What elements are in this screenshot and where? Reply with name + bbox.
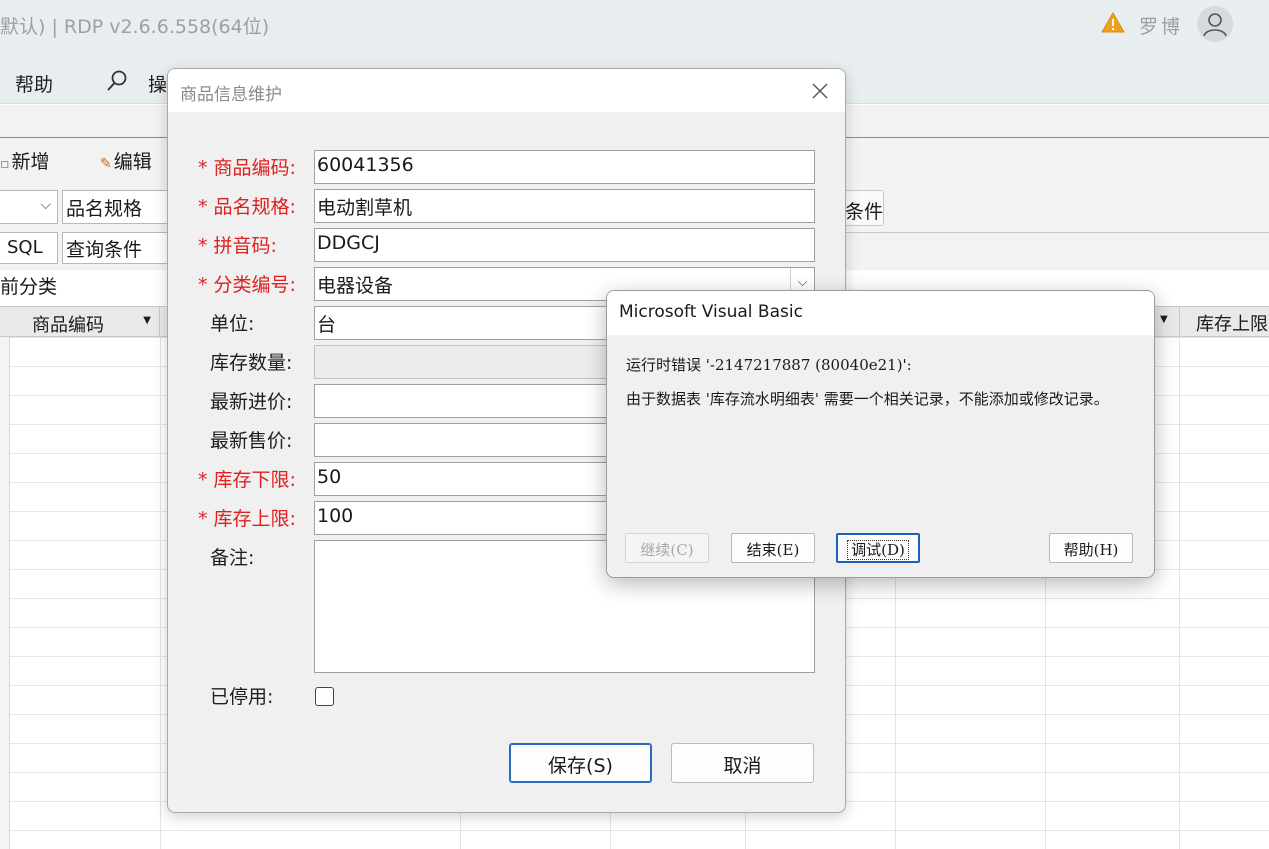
debug-button-label: 调试(D) [847, 540, 909, 560]
toolbar-separator [845, 232, 1269, 233]
spec-input[interactable]: 电动割草机 [314, 189, 815, 223]
dropdown-arrow-icon[interactable]: ▼ [1160, 314, 1168, 325]
new-button[interactable]: ▫ 新增 [0, 147, 50, 174]
continue-button: 继续(C) [625, 533, 709, 563]
vb-error-dialog: Microsoft Visual Basic 运行时错误 '-214721788… [606, 290, 1155, 578]
column-header-code-label: 商品编码 [32, 315, 104, 336]
avatar-icon[interactable] [1197, 6, 1233, 42]
label-unit: 单位: [210, 313, 255, 335]
debug-button[interactable]: 调试(D) [836, 533, 920, 563]
menu-operate[interactable]: 操 [148, 70, 167, 97]
dialog-title: 商品信息维护 [180, 85, 282, 105]
label-stock-upper: * 库存上限: [198, 508, 296, 530]
edit-label: 编辑 [113, 151, 152, 173]
edit-button[interactable]: ✎ 编辑 [100, 147, 152, 174]
error-message-text: 由于数据表 '库存流水明细表' 需要一个相关记录，不能添加或修改记录。 [626, 390, 1109, 408]
help-button[interactable]: 帮助(H) [1049, 533, 1133, 563]
label-category: * 分类编号: [198, 274, 296, 296]
spec-field-button[interactable]: 品名规格 [62, 190, 170, 224]
warning-icon[interactable] [1101, 11, 1125, 35]
new-label: 新增 [11, 151, 50, 173]
cancel-button[interactable]: 取消 [671, 743, 814, 783]
column-header-upper[interactable]: 库存上限 [1179, 306, 1269, 337]
error-code-text: 运行时错误 '-2147217887 (80040e21)': [626, 356, 912, 374]
label-stock-qty: 库存数量: [210, 352, 293, 374]
pinyin-input[interactable]: DDGCJ [314, 228, 815, 262]
row-header [0, 337, 10, 849]
end-button[interactable]: 结束(E) [731, 533, 815, 563]
label-stock-lower: * 库存下限: [198, 469, 296, 491]
save-button[interactable]: 保存(S) [509, 743, 652, 783]
grid-column-line [1179, 337, 1180, 849]
column-header-upper-label: 库存上限 [1196, 314, 1268, 335]
dialog-titlebar: 商品信息维护 [168, 69, 845, 112]
sql-button[interactable]: SQL [0, 232, 58, 264]
label-purchase-price: 最新进价: [210, 391, 293, 413]
grid-column-line [160, 337, 161, 849]
label-pinyin: * 拼音码: [198, 235, 277, 257]
app-title: 默认) | RDP v2.6.6.558(64位) [0, 16, 270, 38]
new-icon: ▫ [0, 156, 10, 172]
category-label: 前分类 [0, 276, 58, 298]
label-remark: 备注: [210, 547, 255, 569]
edit-icon: ✎ [100, 156, 112, 172]
field-select[interactable]: ⌵ [0, 190, 58, 224]
vb-title: Microsoft Visual Basic [619, 302, 803, 322]
column-header-code[interactable]: 商品编码 ▼ [10, 307, 160, 338]
chevron-down-icon: ⌵ [40, 197, 51, 213]
label-sale-price: 最新售价: [210, 430, 293, 452]
title-bar: 默认) | RDP v2.6.6.558(64位) 罗博 [0, 0, 1269, 50]
label-spec: * 品名规格: [198, 196, 296, 218]
goods-code-input[interactable]: 60041356 [314, 150, 815, 184]
disabled-checkbox[interactable] [315, 687, 334, 706]
menu-help[interactable]: 帮助 [15, 70, 53, 97]
close-icon[interactable] [808, 79, 832, 103]
label-disabled: 已停用: [210, 686, 274, 708]
dropdown-arrow-icon[interactable]: ▼ [143, 315, 151, 326]
vb-titlebar: Microsoft Visual Basic [607, 291, 1154, 335]
category-select-value: 电器设备 [317, 275, 394, 297]
label-goods-code: * 商品编码: [198, 157, 296, 179]
user-name[interactable]: 罗博 [1139, 12, 1183, 39]
search-icon[interactable] [105, 69, 129, 93]
query-condition-button[interactable]: 查询条件 [62, 232, 170, 264]
